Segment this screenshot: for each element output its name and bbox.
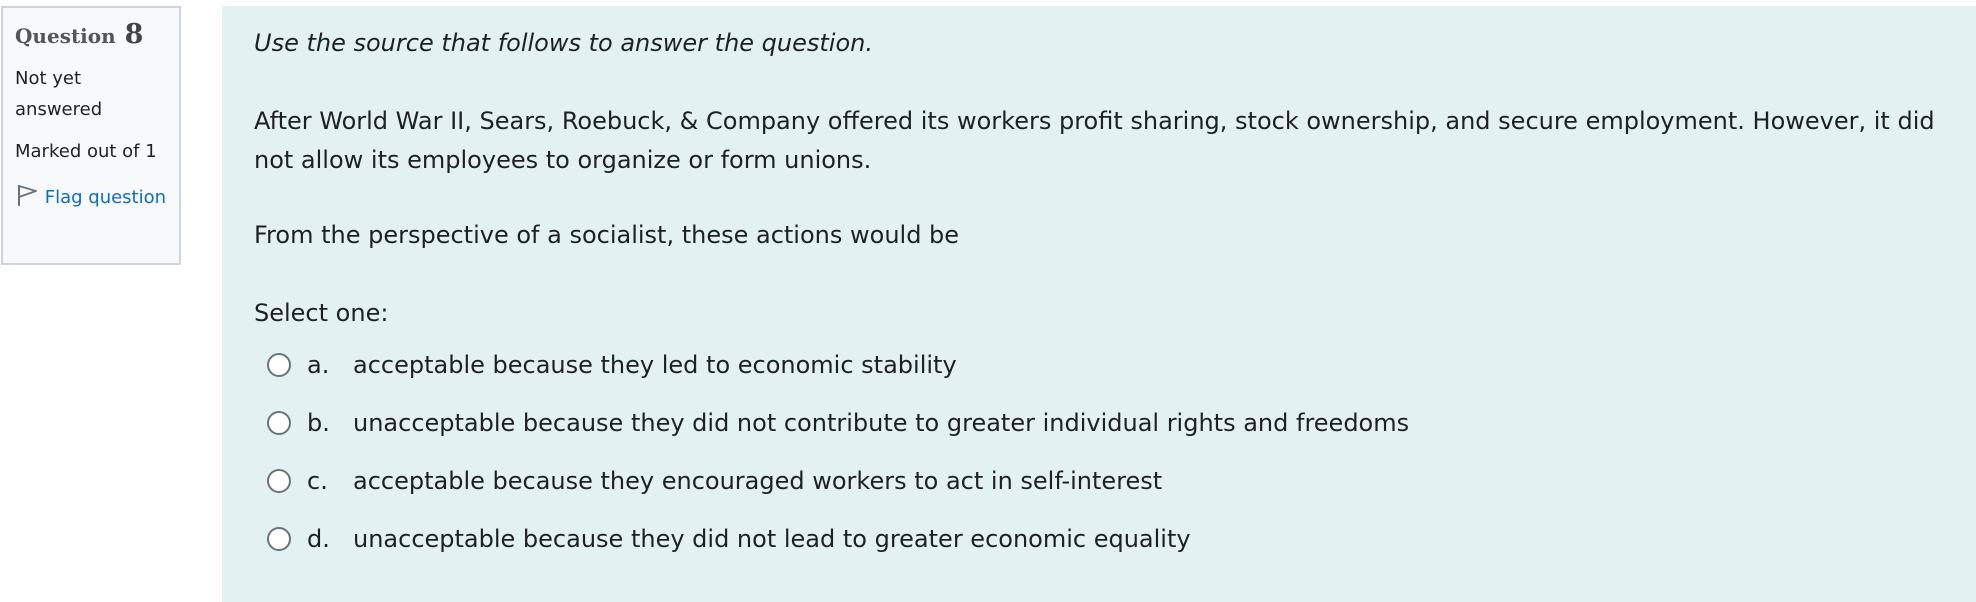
flag-question-label: Flag question [44, 187, 167, 208]
answer-text[interactable]: acceptable because they led to economic … [353, 351, 957, 379]
answer-text[interactable]: unacceptable because they did not lead t… [353, 525, 1191, 553]
answer-letter: d. [307, 525, 330, 553]
flag-icon [15, 183, 39, 207]
flag-question-link[interactable]: Flag question [15, 182, 167, 213]
answer-b-radio[interactable] [267, 411, 291, 435]
answer-option-d[interactable]: d. unacceptable because they did not lea… [254, 510, 1944, 568]
question-heading: Question 8 [15, 18, 167, 53]
answer-c-radio[interactable] [267, 469, 291, 493]
answer-list: a. acceptable because they led to econom… [254, 336, 1944, 568]
question-source-text: After World War II, Sears, Roebuck, & Co… [254, 107, 1935, 174]
answer-option-c[interactable]: c. acceptable because they encouraged wo… [254, 452, 1944, 510]
select-one-label: Select one: [254, 299, 389, 327]
answer-letter: b. [307, 409, 330, 437]
question-prompt: From the perspective of a socialist, the… [254, 221, 960, 249]
question-intro: Use the source that follows to answer th… [254, 29, 873, 57]
question-status: Not yet answered [15, 68, 103, 120]
answer-text[interactable]: unacceptable because they did not contri… [353, 409, 1409, 437]
answer-text[interactable]: acceptable because they encouraged worke… [353, 467, 1162, 495]
answer-letter: c. [307, 467, 328, 495]
question-number: 8 [124, 19, 144, 50]
answer-option-a[interactable]: a. acceptable because they led to econom… [254, 336, 1944, 394]
answer-a-radio[interactable] [267, 353, 291, 377]
question-label: Question [15, 24, 116, 48]
question-content: Use the source that follows to answer th… [222, 6, 1976, 602]
question-info-panel: Question 8 Not yet answered Marked out o… [1, 6, 181, 265]
answer-d-radio[interactable] [267, 527, 291, 551]
answer-letter: a. [307, 351, 330, 379]
question-grade: Marked out of 1 [15, 141, 157, 162]
answer-option-b[interactable]: b. unacceptable because they did not con… [254, 394, 1944, 452]
